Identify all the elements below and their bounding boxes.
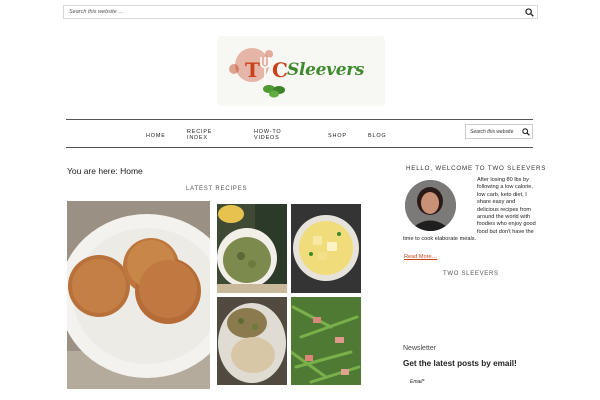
nav-item-recipe-index[interactable]: RECIPE INDEX — [187, 129, 221, 141]
recipe-thumbnail[interactable] — [291, 297, 361, 385]
herb-leaves-icon — [263, 85, 285, 98]
nav-search-input[interactable] — [466, 125, 522, 138]
sidebar-two-sleevers-heading: TWO SLEEVERS — [443, 271, 499, 277]
recipe-thumbnail-photo — [291, 204, 361, 293]
recipe-thumbnail[interactable] — [217, 204, 287, 293]
sidebar-welcome-title: HELLO, WELCOME TO TWO SLEEVERS — [406, 165, 547, 172]
recipe-thumbnail-photo — [217, 297, 287, 385]
recipe-thumbnail[interactable] — [291, 204, 361, 293]
logo-wordmark: Sleevers — [287, 60, 365, 80]
nav-top-rule — [66, 119, 533, 120]
nav-search-bar[interactable] — [465, 124, 533, 139]
search-icon[interactable] — [525, 8, 534, 17]
sidebar-bio-block: After losing 80 lbs by following a low c… — [403, 177, 536, 244]
site-logo[interactable]: T C Sleevers — [217, 36, 385, 106]
sidebar-newsletter-heading: Get the latest posts by email! — [403, 359, 517, 368]
recipe-thumbnail-photo — [217, 204, 287, 293]
search-icon[interactable] — [522, 128, 530, 136]
recipe-thumbnail-photo — [291, 297, 361, 385]
nav-bottom-rule — [66, 147, 533, 148]
top-search-input[interactable] — [64, 6, 524, 18]
featured-recipe-photo — [67, 201, 210, 389]
nav-item-shop[interactable]: SHOP — [328, 133, 347, 139]
recipe-thumbnail[interactable] — [217, 297, 287, 385]
breadcrumb: You are here: Home — [67, 166, 143, 176]
logo-spice-dot — [229, 64, 239, 74]
top-search-bar[interactable] — [63, 5, 538, 19]
featured-recipe-image[interactable] — [67, 201, 210, 389]
nav-item-home[interactable]: HOME — [146, 133, 166, 139]
nav-item-blog[interactable]: BLOG — [368, 133, 386, 139]
logo-letter-c: C — [272, 58, 288, 82]
email-field-label: Email* — [410, 379, 425, 385]
read-more-link[interactable]: Read More… — [404, 254, 437, 260]
nav-item-how-to-videos[interactable]: HOW-TO VIDEOS — [254, 129, 292, 141]
sidebar-newsletter-label: Newsletter — [403, 345, 437, 352]
latest-recipes-heading: LATEST RECIPES — [186, 186, 248, 192]
